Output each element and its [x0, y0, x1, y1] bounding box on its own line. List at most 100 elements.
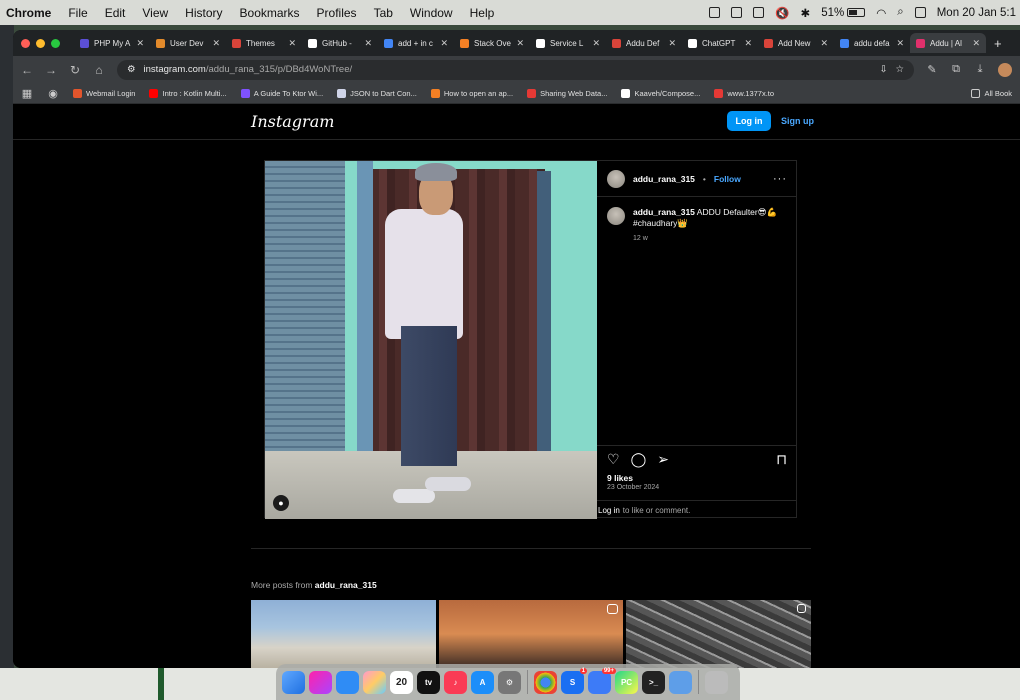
control-center-icon[interactable] [753, 7, 765, 18]
comment-login-link[interactable]: Log in [598, 506, 620, 515]
wifi-icon[interactable]: ◠ [876, 6, 886, 20]
launchpad-icon[interactable] [309, 670, 332, 694]
safari-icon[interactable] [336, 670, 359, 694]
caption-avatar[interactable] [607, 207, 625, 225]
chrome-icon[interactable] [534, 670, 557, 694]
clock[interactable]: Mon 20 Jan 5:1 [937, 7, 1016, 19]
app-store-icon[interactable]: A [471, 670, 494, 694]
bookmark-item[interactable]: JSON to Dart Con... [337, 88, 417, 98]
new-tab-button[interactable]: + [994, 36, 1002, 51]
comment-bubble-icon[interactable]: ◯ [631, 451, 647, 468]
tab-0[interactable]: PHP My A ✕ [74, 33, 150, 53]
preview-icon[interactable] [669, 670, 692, 694]
more-options-icon[interactable]: ··· [773, 173, 787, 185]
bookmark-item[interactable]: Intro : Kotlin Multi... [149, 88, 227, 98]
post-photo[interactable]: ● [265, 161, 597, 519]
bookmark-item[interactable]: Webmail Login [73, 88, 135, 98]
menu-view[interactable]: View [142, 6, 168, 20]
music-icon[interactable]: ♪ [444, 670, 467, 694]
all-bookmarks[interactable]: All Book [971, 88, 1012, 98]
tab-close-icon[interactable]: ✕ [288, 38, 296, 49]
menu-help[interactable]: Help [470, 6, 495, 20]
system-settings-icon[interactable]: ⚙ [498, 670, 521, 694]
bookmark-item[interactable]: www.1377x.to [714, 88, 774, 98]
finder-icon[interactable] [282, 670, 305, 694]
tab-3[interactable]: GitHub - ✕ [302, 33, 378, 53]
tab-close-icon[interactable]: ✕ [136, 38, 144, 49]
tab-close-icon[interactable]: ✕ [592, 38, 600, 49]
install-app-icon[interactable]: ⇩ [880, 64, 888, 75]
profile-avatar[interactable] [998, 62, 1012, 77]
follow-button[interactable]: Follow [714, 174, 741, 184]
menu-tab[interactable]: Tab [374, 6, 393, 20]
messenger-icon[interactable]: 99+ [588, 667, 616, 694]
tab-close-icon[interactable]: ✕ [972, 38, 980, 49]
tab-close-icon[interactable]: ✕ [820, 38, 828, 49]
reload-button[interactable]: ↻ [69, 63, 81, 77]
menu-history[interactable]: History [185, 6, 222, 20]
forward-button[interactable]: → [45, 63, 57, 77]
tab-close-icon[interactable]: ✕ [896, 38, 904, 49]
apps-grid-icon[interactable]: ▦ [21, 87, 33, 100]
tab-close-icon[interactable]: ✕ [516, 38, 524, 49]
close-window-button[interactable] [21, 38, 30, 48]
bookmark-item[interactable]: Sharing Web Data... [527, 88, 607, 98]
tab-4[interactable]: add + in c ✕ [378, 33, 454, 53]
input-menu-icon[interactable] [709, 7, 721, 18]
like-heart-icon[interactable]: ♡ [607, 451, 620, 468]
tab-1[interactable]: User Dev ✕ [150, 33, 226, 53]
tab-close-icon[interactable]: ✕ [212, 38, 220, 49]
tagged-user-icon[interactable]: ● [273, 495, 289, 511]
menu-bookmarks[interactable]: Bookmarks [240, 6, 300, 20]
bookmark-item[interactable]: A Guide To Ktor Wi... [240, 88, 323, 98]
menu-file[interactable]: File [68, 6, 87, 20]
bookmark-item[interactable]: Kaaveh/Compose... [621, 88, 700, 98]
photos-icon[interactable] [363, 670, 386, 694]
terminal-icon[interactable]: >_ [642, 670, 665, 694]
tab-8[interactable]: ChatGPT ✕ [682, 33, 758, 53]
post-thumbnail[interactable] [626, 600, 812, 668]
tab-6[interactable]: Service L ✕ [530, 33, 606, 53]
menu-window[interactable]: Window [410, 6, 453, 20]
bookmark-item[interactable]: How to open an ap... [430, 88, 513, 98]
instagram-logo[interactable]: Instagram [251, 112, 334, 131]
site-info-icon[interactable]: ⚙ [127, 64, 136, 75]
pen-extension-icon[interactable]: ✎ [926, 63, 938, 76]
tab-7[interactable]: Addu Def ✕ [606, 33, 682, 53]
user-avatar[interactable] [607, 169, 625, 188]
spotlight-icon[interactable]: ⌕ [897, 6, 903, 19]
apple-tv-icon[interactable]: tv [417, 670, 440, 694]
login-button[interactable]: Log in [727, 111, 771, 131]
menu-app-chrome[interactable]: Chrome [6, 6, 51, 20]
menu-profiles[interactable]: Profiles [317, 6, 357, 20]
tab-2[interactable]: Themes ✕ [226, 33, 302, 53]
more-posts-user[interactable]: addu_rana_315 [315, 580, 377, 590]
globe-icon[interactable]: ◉ [47, 87, 59, 100]
pycharm-icon[interactable]: PC [615, 670, 638, 694]
caption-time[interactable]: 12 w [633, 233, 787, 244]
skype-icon[interactable]: S1 [561, 667, 587, 694]
tab-5[interactable]: Stack Ove ✕ [454, 33, 530, 53]
bookmark-star-icon[interactable]: ☆ [895, 64, 904, 75]
tab-close-icon[interactable]: ✕ [440, 38, 448, 49]
menu-edit[interactable]: Edit [105, 6, 126, 20]
post-username[interactable]: addu_rana_315 [633, 174, 695, 184]
save-bookmark-icon[interactable]: ⊓ [776, 451, 787, 468]
minimize-window-button[interactable] [36, 38, 45, 48]
trash-icon[interactable] [705, 670, 728, 694]
bluetooth-icon[interactable]: ✱ [801, 6, 811, 20]
tab-10[interactable]: addu defa ✕ [834, 33, 910, 53]
tab-close-icon[interactable]: ✕ [744, 38, 752, 49]
download-icon[interactable]: ⤓ [974, 63, 986, 76]
tab-close-icon[interactable]: ✕ [364, 38, 372, 49]
screenshot-icon[interactable] [731, 7, 743, 18]
tab-close-icon[interactable]: ✕ [668, 38, 676, 49]
post-thumbnail[interactable] [251, 600, 436, 668]
caption-username[interactable]: addu_rana_315 [633, 207, 695, 217]
signup-link[interactable]: Sign up [781, 116, 814, 126]
extensions-icon[interactable]: ⧉ [950, 63, 962, 76]
mute-icon[interactable]: 🔇 [775, 6, 789, 20]
back-button[interactable]: ← [21, 63, 33, 77]
zoom-window-button[interactable] [51, 38, 60, 48]
address-bar[interactable]: ⚙ instagram.com/addu_rana_315/p/DBd4WoNT… [117, 59, 914, 80]
